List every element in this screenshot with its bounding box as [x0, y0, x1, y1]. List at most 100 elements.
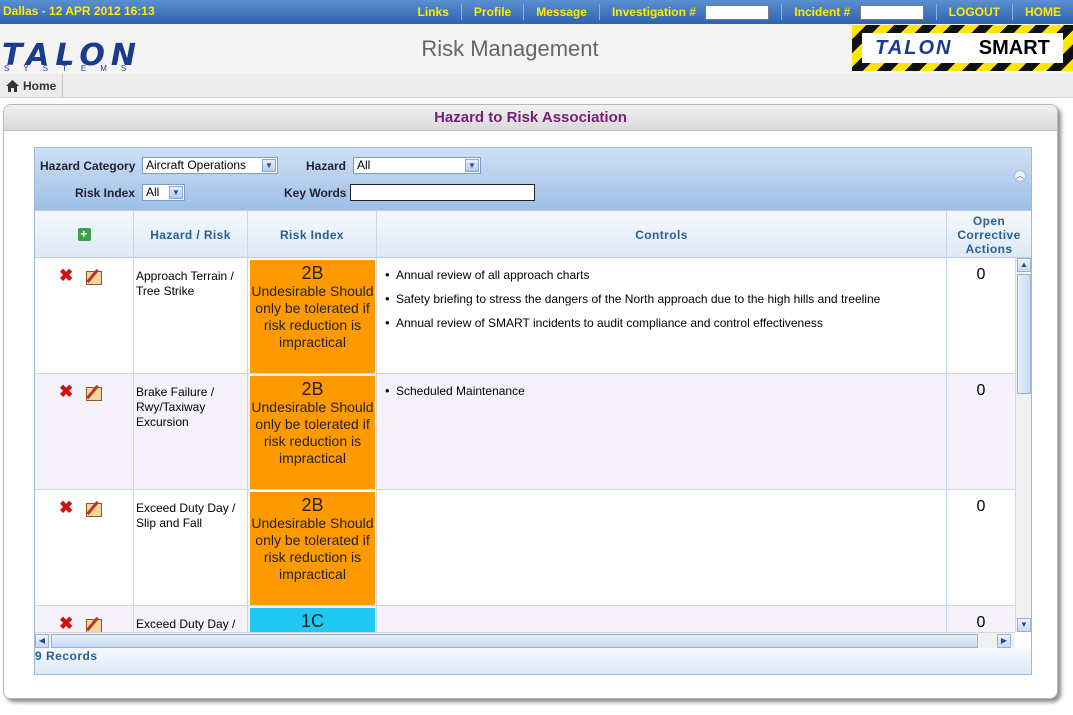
breadcrumb: Home	[0, 74, 1073, 98]
incident-search: Incident #	[781, 4, 935, 21]
location-datetime: Dallas - 12 APR 2012 16:13	[3, 4, 155, 18]
chevron-down-icon: ▼	[465, 159, 479, 172]
hazard-category-label: Hazard Category	[40, 159, 136, 173]
controls-cell: Scheduled Maintenance	[377, 374, 947, 490]
logout-link[interactable]: LOGOUT	[935, 4, 1012, 20]
risk-index-value: All	[146, 185, 160, 199]
controls-cell	[377, 606, 947, 632]
hazard-value: All	[357, 158, 371, 172]
table-row: ✖ Exceed Duty Day / Slip and Fall 2B Und…	[35, 490, 1015, 606]
panel-title: Hazard to Risk Association	[4, 105, 1057, 131]
scroll-left-icon[interactable]: ◀	[35, 634, 49, 648]
links-link[interactable]: Links	[406, 4, 461, 20]
table-body: ✖ Approach Terrain / Tree Strike 2B Unde…	[35, 258, 1015, 632]
hazard-cell: Approach Terrain / Tree Strike	[134, 258, 248, 374]
hazard-label: Hazard	[306, 159, 347, 173]
badge-smart: SMART	[978, 36, 1050, 59]
control-item: Scheduled Maintenance	[385, 383, 946, 398]
scroll-down-icon[interactable]: ▼	[1017, 618, 1031, 632]
risk-badge: 2B Undesirable Should only be tolerated …	[250, 260, 375, 373]
header-risk-index[interactable]: Risk Index	[248, 211, 377, 258]
table-row: ✖ Brake Failure / Rwy/Taxiway Excursion …	[35, 374, 1015, 490]
edit-icon[interactable]	[85, 384, 105, 402]
hazard-cell: Exceed Duty Day / Slip and Fall	[134, 490, 248, 606]
header-hazard-risk[interactable]: Hazard / Risk	[134, 211, 248, 258]
delete-icon[interactable]: ✖	[59, 383, 73, 402]
risk-index-label: Risk Index	[75, 186, 136, 200]
risk-index-cell: 2B Undesirable Should only be tolerated …	[248, 490, 377, 606]
risk-index-select[interactable]: All ▼	[142, 184, 185, 201]
investigation-label: Investigation #	[611, 5, 696, 19]
risk-code: 2B	[301, 379, 324, 399]
open-corrective-actions-cell: 0	[976, 266, 986, 283]
breadcrumb-home-label: Home	[23, 79, 57, 93]
vertical-scrollbar[interactable]: ▲ ▼	[1015, 258, 1031, 632]
collapse-icon[interactable]: ︿	[1014, 170, 1026, 182]
risk-code: 2B	[301, 495, 324, 515]
delete-icon[interactable]: ✖	[59, 267, 73, 286]
open-corrective-actions-cell: 0	[976, 382, 986, 399]
message-link[interactable]: Message	[523, 4, 599, 20]
control-item: Safety briefing to stress the dangers of…	[385, 291, 946, 306]
hazard-select[interactable]: All ▼	[353, 157, 481, 174]
risk-description: Undesirable Should only be tolerated if …	[251, 283, 374, 350]
header-open-corrective-actions[interactable]: Open Corrective Actions	[947, 211, 1031, 258]
risk-badge: 2B Undesirable Should only be tolerated …	[250, 492, 375, 605]
header-actions: +	[35, 211, 134, 258]
risk-description: Undesirable Should only be tolerated if …	[251, 515, 374, 582]
open-corrective-actions-cell: 0	[976, 498, 986, 515]
control-item: Annual review of SMART incidents to audi…	[385, 315, 946, 330]
table-header: + Hazard / Risk Risk Index Controls Open…	[35, 210, 1031, 258]
badge-talon: TALON	[875, 36, 953, 59]
delete-icon[interactable]: ✖	[59, 499, 73, 518]
hazard-category-select[interactable]: Aircraft Operations ▼	[142, 157, 278, 174]
scroll-right-icon[interactable]: ▶	[997, 634, 1011, 648]
risk-badge: 2B Undesirable Should only be tolerated …	[250, 376, 375, 489]
control-item: Annual review of all approach charts	[385, 267, 946, 282]
investigation-input[interactable]	[705, 5, 770, 21]
top-bar: Dallas - 12 APR 2012 16:13 Links Profile…	[0, 0, 1073, 24]
risk-code: 2B	[301, 263, 324, 283]
edit-icon[interactable]	[85, 616, 105, 632]
risk-badge: 1C	[250, 608, 375, 632]
scroll-up-icon[interactable]: ▲	[1017, 258, 1031, 272]
scroll-thumb-horizontal[interactable]	[51, 634, 978, 648]
edit-icon[interactable]	[85, 268, 105, 286]
scroll-thumb-vertical[interactable]	[1017, 274, 1031, 394]
home-link[interactable]: HOME	[1012, 4, 1073, 20]
row-actions: ✖	[35, 606, 134, 632]
records-footer: 9 Records	[35, 648, 1031, 674]
risk-index-cell: 2B Undesirable Should only be tolerated …	[248, 374, 377, 490]
hazard-cell: Exceed Duty Day /	[134, 606, 248, 632]
records-count: 9 Records	[35, 649, 98, 663]
add-icon[interactable]: +	[77, 228, 91, 241]
table-row: ✖ Exceed Duty Day / 1C 0	[35, 606, 1015, 632]
risk-code: 1C	[300, 611, 324, 631]
horizontal-scrollbar[interactable]: ◀ ▶	[35, 632, 1015, 648]
home-icon	[6, 80, 19, 92]
incident-input[interactable]	[859, 5, 924, 21]
delete-icon[interactable]: ✖	[59, 615, 73, 632]
talon-smart-badge: TALON SMART	[852, 25, 1073, 71]
chevron-down-icon: ▼	[169, 186, 183, 199]
controls-cell	[377, 490, 947, 606]
profile-link[interactable]: Profile	[460, 4, 523, 20]
edit-icon[interactable]	[85, 500, 105, 518]
risk-index-cell: 2B Undesirable Should only be tolerated …	[248, 258, 377, 374]
row-actions: ✖	[35, 258, 134, 374]
header-controls[interactable]: Controls	[377, 211, 947, 258]
incident-label: Incident #	[794, 5, 851, 19]
chevron-down-icon: ▼	[262, 159, 276, 172]
header: TALON SYSTEMS Risk Management TALON SMAR…	[0, 24, 1073, 74]
row-actions: ✖	[35, 374, 134, 490]
risk-description: Undesirable Should only be tolerated if …	[251, 399, 374, 466]
keywords-input[interactable]	[350, 184, 535, 201]
open-corrective-actions-cell: 0	[976, 614, 986, 631]
logo-subtext: SYSTEMS	[4, 64, 141, 73]
keywords-label: Key Words	[284, 186, 347, 200]
table-row: ✖ Approach Terrain / Tree Strike 2B Unde…	[35, 258, 1015, 374]
breadcrumb-home[interactable]: Home	[0, 74, 64, 98]
top-nav: Links Profile Message Investigation # In…	[406, 0, 1073, 24]
main-panel: Hazard to Risk Association Hazard Catego…	[3, 104, 1058, 699]
hazard-category-value: Aircraft Operations	[146, 158, 247, 172]
